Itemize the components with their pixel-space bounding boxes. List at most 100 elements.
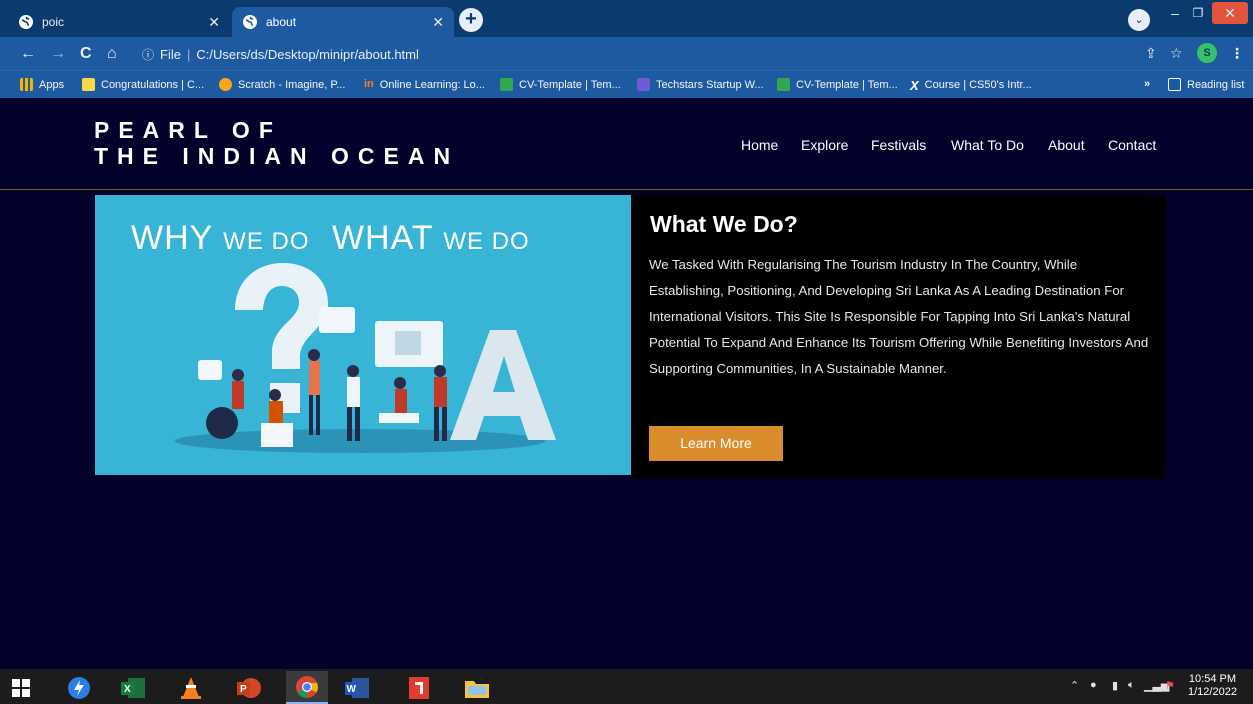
what-we-do-section: What We Do? We Tasked With Regularising … — [631, 195, 1166, 479]
cv-icon — [500, 78, 513, 91]
battery-icon[interactable]: ▮ — [1112, 679, 1118, 692]
reading-list-button[interactable]: Reading list — [1168, 78, 1244, 91]
nav-home[interactable]: Home — [741, 137, 778, 153]
bookmark-label: Scratch - Imagine, P... — [238, 78, 346, 91]
info-icon[interactable]: ⓘ — [142, 46, 154, 63]
menu-kebab-icon[interactable]: ⋮ — [1230, 45, 1244, 62]
tab-about[interactable]: about ✕ — [232, 7, 454, 37]
svg-text:W: W — [347, 684, 357, 695]
close-icon[interactable]: ✕ — [208, 14, 220, 31]
office-icon — [409, 676, 429, 699]
new-tab-button[interactable]: + — [459, 8, 483, 32]
list-icon — [637, 78, 650, 91]
apps-grid-icon — [20, 78, 33, 91]
nav-festivals[interactable]: Festivals — [871, 137, 926, 153]
bookmark-label: CV-Template | Tem... — [519, 78, 621, 91]
tab-title: poic — [42, 15, 65, 29]
profile-avatar[interactable]: S — [1197, 43, 1217, 63]
system-clock[interactable]: 10:54 PM 1/12/2022 — [1188, 673, 1237, 699]
taskbar-app-vlc[interactable] — [170, 671, 212, 704]
taskbar-app-chrome[interactable] — [286, 671, 328, 704]
clock-date: 1/12/2022 — [1188, 686, 1237, 698]
globe-icon — [19, 15, 33, 29]
tab-title: about — [266, 15, 297, 29]
bookmark-cs50[interactable]: X Course | CS50's Intr... — [910, 78, 1032, 93]
star-icon[interactable]: ☆ — [1170, 45, 1183, 62]
bookmarks-overflow-button[interactable]: » — [1144, 78, 1150, 90]
learn-more-button[interactable]: Learn More — [649, 426, 783, 461]
restore-button[interactable]: ❐ — [1184, 0, 1212, 26]
taskbar-app-ms-office[interactable] — [398, 671, 440, 704]
bookmark-congratulations[interactable]: Congratulations | C... — [82, 78, 204, 91]
bookmark-cv-template-2[interactable]: CV-Template | Tem... — [777, 78, 898, 91]
taskbar-app-powerpoint[interactable]: P — [228, 671, 270, 704]
bookmark-label: CV-Template | Tem... — [796, 78, 898, 91]
web-page: PEARL OF THE INDIAN OCEAN Home Explore F… — [0, 99, 1253, 669]
bookmark-label: Congratulations | C... — [101, 78, 205, 91]
show-hidden-icons-icon[interactable]: ⌃ — [1070, 679, 1079, 692]
cv-icon — [777, 78, 790, 91]
taskbar-app-excel[interactable]: X — [112, 671, 154, 704]
bookmark-techstars[interactable]: Techstars Startup W... — [637, 78, 764, 91]
site-logo[interactable]: PEARL OF THE INDIAN OCEAN — [94, 117, 459, 169]
online-learning-icon: in — [364, 78, 374, 90]
folder-icon — [465, 680, 489, 698]
window-close-button[interactable]: ✕ — [1212, 2, 1248, 24]
home-icon[interactable]: ⌂ — [107, 45, 117, 63]
bookmark-label: Online Learning: Lo... — [379, 78, 485, 91]
bookmark-scratch[interactable]: Scratch - Imagine, P... — [219, 78, 345, 91]
address-separator: | — [186, 46, 191, 62]
taskbar-app-file-explorer[interactable] — [456, 671, 498, 704]
reading-list-icon — [1168, 78, 1181, 91]
address-scheme: File — [160, 46, 181, 62]
logo-line-2: THE INDIAN OCEAN — [94, 143, 460, 169]
bookmark-label: Course | CS50's Intr... — [924, 78, 1032, 91]
scratch-icon — [219, 78, 232, 91]
tray-app-icon[interactable]: ● — [1090, 679, 1097, 691]
clock-time: 10:54 PM — [1188, 673, 1237, 685]
tab-poic[interactable]: poic ✕ — [8, 7, 230, 37]
reading-list-label: Reading list — [1187, 78, 1245, 91]
nav-explore[interactable]: Explore — [801, 137, 848, 153]
bookmark-label: Techstars Startup W... — [656, 78, 764, 91]
excel-icon: X — [121, 677, 145, 698]
word-icon: W — [345, 677, 369, 698]
browser-tab-strip: poic ✕ about ✕ + ⌄ – ❐ ✕ — [0, 0, 1253, 37]
browser-toolbar: ← → C ⌂ ⓘ File | C:/Users/ds/Desktop/min… — [0, 37, 1253, 70]
close-icon[interactable]: ✕ — [432, 14, 444, 31]
taskbar-app-word[interactable]: W — [336, 671, 378, 704]
bookmark-label: Apps — [39, 78, 65, 91]
grid-icon — [82, 78, 95, 91]
address-bar[interactable]: ⓘ File | C:/Users/ds/Desktop/minipr/abou… — [142, 42, 1207, 66]
why-we-do-illustration: WHY WE DO WHAT WE DO — [95, 195, 631, 475]
back-arrow-icon[interactable]: ← — [20, 45, 36, 63]
bookmark-cv-template[interactable]: CV-Template | Tem... — [500, 78, 621, 91]
svg-text:P: P — [240, 684, 247, 695]
bookmark-apps[interactable]: Apps — [20, 78, 64, 91]
nav-about[interactable]: About — [1048, 137, 1085, 153]
section-title: What We Do? — [650, 211, 798, 237]
windows-logo-icon — [12, 678, 30, 697]
vlc-cone-icon — [181, 676, 201, 699]
people-question-mark-illustration — [175, 263, 556, 453]
bookmarks-bar: Apps Congratulations | C... Scratch - Im… — [0, 70, 1253, 98]
windows-start-button[interactable] — [0, 671, 42, 704]
edx-icon: X — [910, 78, 919, 93]
logo-line-1: PEARL OF — [94, 117, 282, 143]
address-url: C:/Users/ds/Desktop/minipr/about.html — [196, 46, 419, 62]
tab-search-chevron-icon[interactable]: ⌄ — [1128, 9, 1150, 31]
reload-icon[interactable]: C — [80, 45, 92, 63]
section-description: We Tasked With Regularising The Tourism … — [649, 257, 1149, 376]
lightning-icon — [68, 676, 90, 699]
share-icon[interactable]: ⇪ — [1145, 45, 1157, 62]
taskbar-app-thunder[interactable] — [58, 671, 100, 704]
globe-icon — [243, 15, 257, 29]
nav-what-to-do[interactable]: What To Do — [951, 137, 1024, 153]
bookmark-online-learning[interactable]: in Online Learning: Lo... — [364, 78, 485, 91]
svg-text:X: X — [124, 684, 131, 695]
action-center-flag-icon[interactable]: ⚑ — [1165, 679, 1175, 692]
forward-arrow-icon[interactable]: → — [50, 45, 66, 63]
chrome-icon — [296, 675, 318, 698]
nav-contact[interactable]: Contact — [1108, 137, 1156, 153]
volume-icon[interactable]: 🔈︎ — [1128, 679, 1135, 692]
